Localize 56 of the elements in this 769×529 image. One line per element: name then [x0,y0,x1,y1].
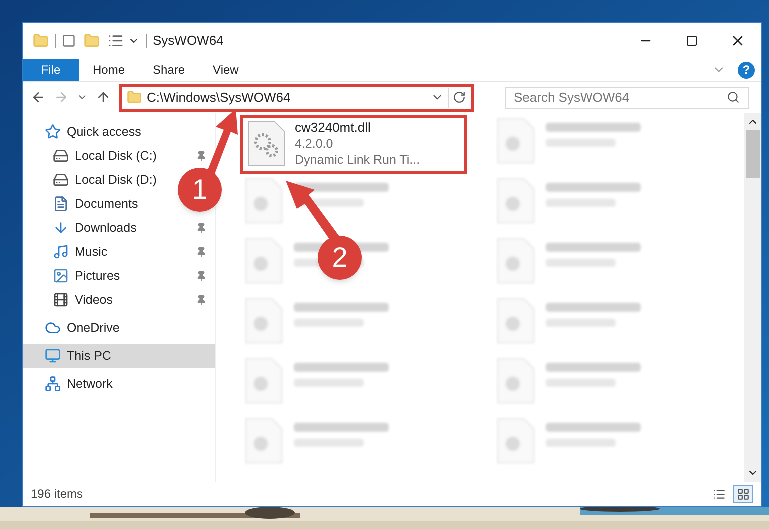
up-icon[interactable] [96,90,111,105]
sidebar-item[interactable]: Music [23,240,215,264]
drive-icon [53,148,69,164]
document-icon [53,196,69,212]
sidebar-item[interactable]: Downloads [23,216,215,240]
grid-icon [736,488,750,500]
ribbon-tab[interactable]: Share [139,59,200,81]
properties-icon[interactable] [108,33,124,49]
back-icon[interactable] [31,90,46,105]
search-placeholder: Search SysWOW64 [514,88,630,107]
window-title: SysWOW64 [153,32,224,50]
cloud-icon [45,320,61,336]
pin-icon[interactable] [196,150,207,162]
sidebar-item[interactable]: OneDrive [23,316,124,340]
large-icons-view-button[interactable] [733,485,753,503]
music-icon [53,244,69,260]
file-detail: Dynamic Link Run Ti... [295,152,420,168]
search-field[interactable]: Search SysWOW64 [505,86,749,108]
file-name[interactable]: cw3240mt.dll [295,120,420,136]
monitor-icon [45,348,61,364]
pin-icon[interactable] [196,294,207,306]
item-count: 196 items [31,486,84,503]
sidebar-item[interactable]: This PC [23,344,215,368]
sidebar-item[interactable]: Pictures [23,264,215,288]
film-icon [53,292,69,308]
list-icon [712,488,726,500]
sidebar-item[interactable]: Network [23,372,117,396]
drive-icon [53,172,69,188]
network-icon [45,376,61,392]
gear-file-icon[interactable] [247,120,287,168]
ribbon-tab[interactable]: View [199,59,253,81]
refresh-icon[interactable] [453,91,466,104]
help-button[interactable]: ? [738,62,755,78]
checkbox-icon[interactable] [62,34,76,48]
pin-icon[interactable] [196,270,207,282]
ribbon-tab[interactable]: Home [79,59,140,81]
address-path: C:\Windows\SysWOW64 [147,88,291,107]
scroll-thumb[interactable] [746,130,760,178]
sidebar-item[interactable]: Videos [23,288,215,312]
sidebar-item[interactable]: Local Disk (C:) [23,144,215,168]
maximize-icon [686,35,698,47]
picture-icon [53,268,69,284]
pin-icon[interactable] [196,246,207,258]
search-icon [727,91,740,104]
sidebar-item[interactable]: Documents [23,192,142,216]
folder-icon [127,90,142,105]
scrollbar[interactable] [744,113,761,482]
download-icon [53,220,69,236]
file-detail: 4.2.0.0 [295,136,334,152]
pin-icon[interactable] [196,222,207,234]
forward-icon[interactable] [54,90,69,105]
address-field[interactable]: C:\Windows\SysWOW64 [123,88,470,108]
sidebar-item[interactable]: Local Disk (D:) [23,168,161,192]
file-tab[interactable]: File [23,59,79,81]
star-icon [45,124,61,140]
sidebar-item[interactable]: Quick access [23,120,146,144]
